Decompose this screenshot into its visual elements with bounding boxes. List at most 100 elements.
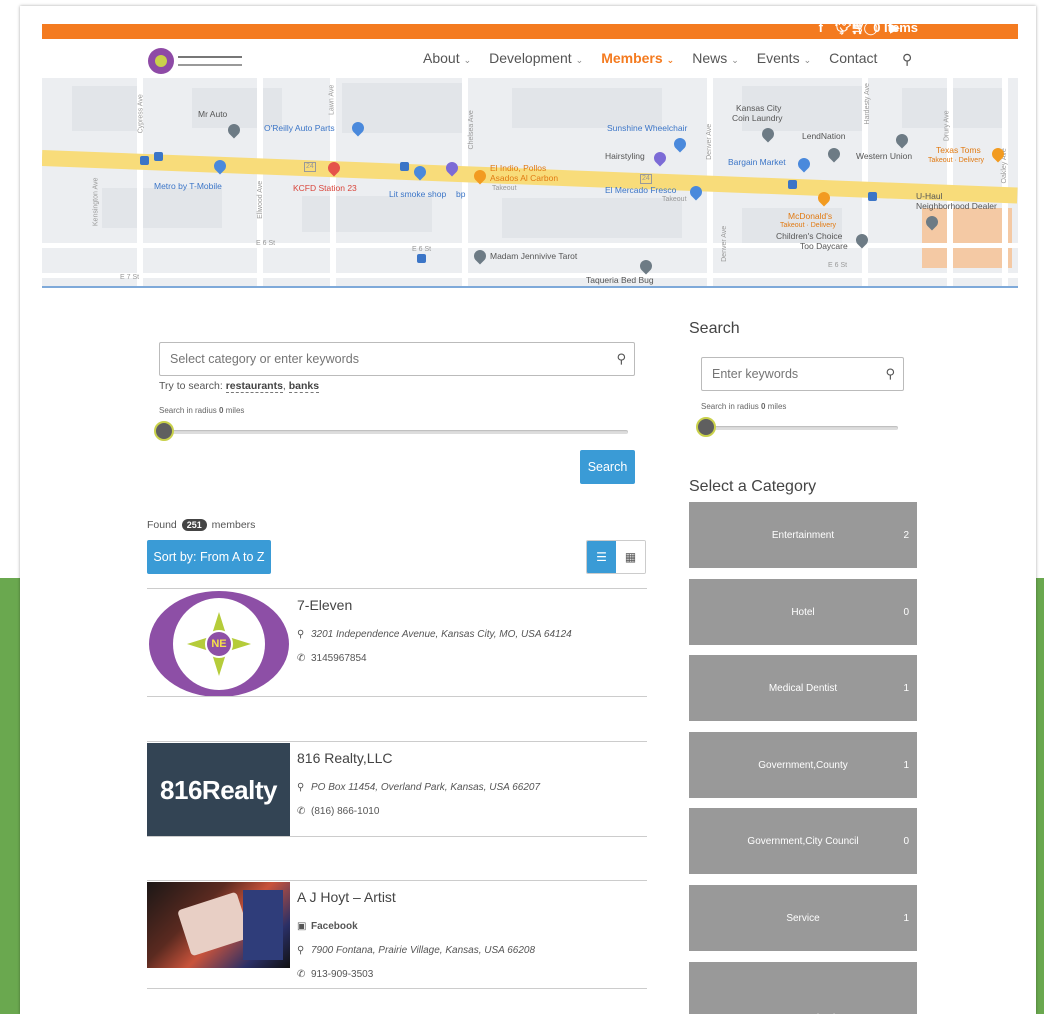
map-pin-icon[interactable] — [671, 135, 689, 153]
sort-button[interactable]: Sort by: From A to Z — [147, 540, 271, 574]
map-pin-icon[interactable] — [471, 247, 489, 265]
logo-mark-icon — [148, 48, 174, 74]
category-item-uncategorized[interactable]: Uncategorized8 — [689, 962, 917, 1014]
map-marker-icon: ⚲ — [297, 782, 305, 793]
map-pin-icon[interactable] — [651, 149, 669, 167]
map-pin-icon[interactable] — [637, 257, 655, 275]
map-street-label: Lawn Ave — [328, 84, 336, 115]
listing-name[interactable]: 816 Realty,LLC — [297, 750, 392, 766]
map-place-label: Sunshine Wheelchair — [607, 123, 688, 133]
search-icon[interactable]: ⚲ — [885, 366, 895, 382]
map-street-label: Denver Ave — [721, 225, 729, 262]
listing-logo[interactable] — [147, 882, 290, 968]
map-street-label: Drury Ave — [943, 110, 951, 142]
category-item-government-county[interactable]: Government,County 1 — [689, 732, 917, 798]
listing-item[interactable]: A J Hoyt – Artist ▣ Facebook ⚲ 7900 Fontan… — [147, 880, 647, 990]
listing-name[interactable]: 7-Eleven — [297, 597, 352, 613]
top-bar: f 🐦︎ ◯ ▶ 🛒︎ 0 Items — [42, 20, 1018, 39]
suggestion-separator: , — [282, 380, 286, 392]
map-pin-icon[interactable] — [795, 155, 813, 173]
sidebar-radius-slider-track[interactable] — [706, 426, 898, 430]
search-icon[interactable]: ⚲ — [616, 351, 626, 367]
map-transit-icon — [154, 152, 163, 161]
chevron-down-icon: ⌄ — [575, 55, 584, 65]
map-street-label: Cypress Ave — [137, 94, 145, 134]
map[interactable]: Cypress Ave Kensington Ave Ellwood Ave L… — [42, 78, 1018, 288]
phone-icon: ✆ — [297, 653, 306, 664]
facebook-icon: ▣ — [297, 921, 307, 932]
map-street-label: Kensington Ave — [92, 177, 100, 227]
map-transit-icon — [417, 254, 426, 263]
facebook-icon[interactable]: f — [819, 20, 823, 36]
sidebar-radius-slider-handle[interactable] — [696, 417, 716, 437]
listing-name[interactable]: A J Hoyt – Artist — [297, 889, 396, 905]
listing-logo[interactable]: 816Realty — [147, 743, 290, 837]
map-place-label: Hairstyling — [605, 151, 645, 161]
map-place-sublabel: Takeout · Delivery — [928, 157, 985, 164]
nav-item-news[interactable]: News ⌄ — [692, 50, 739, 66]
sidebar-radius-label: Search in radius 0 miles — [701, 402, 787, 411]
page-card: f 🐦︎ ◯ ▶ 🛒︎ 0 Items About ⌄ Development ⌄ M… — [20, 6, 1036, 1014]
chevron-down-icon: ⌄ — [803, 55, 812, 65]
map-place-label: Children's Choice — [776, 231, 843, 241]
nav-item-development[interactable]: Development ⌄ — [489, 50, 583, 66]
search-suggestions: Try to search: restaurants, banks — [159, 380, 320, 393]
map-street-label: E 6 St — [412, 246, 432, 253]
map-place-label: bp — [456, 189, 466, 199]
cart-icon: 🛒︎ — [850, 20, 868, 35]
main-nav: About ⌄ Development ⌄ Members ⌄ News ⌄ Event… — [423, 50, 895, 66]
chevron-down-icon: ⌄ — [666, 55, 675, 65]
map-pin-icon[interactable] — [825, 145, 843, 163]
listing-phone: ✆ 3145967854 — [297, 653, 367, 664]
listing-item[interactable]: NE 7-Eleven ⚲ 3201 Independence Avenue, K… — [147, 588, 647, 698]
twitter-icon[interactable]: 🐦︎ — [835, 20, 852, 36]
map-place-sublabel: Takeout — [492, 185, 517, 192]
map-place-label: Madam Jennivive Tarot — [490, 251, 578, 261]
cart-link[interactable]: 🛒︎ 0 Items — [851, 20, 918, 36]
map-place-label: Asados Al Carbon — [490, 173, 559, 183]
radius-slider-handle[interactable] — [154, 421, 174, 441]
nav-item-members[interactable]: Members ⌄ — [601, 50, 674, 66]
map-place-label: LendNation — [802, 131, 846, 141]
nav-item-about[interactable]: About ⌄ — [423, 50, 471, 66]
sidebar-search-field[interactable]: ⚲ — [701, 357, 904, 391]
category-item-hotel[interactable]: Hotel 0 — [689, 579, 917, 645]
map-place-label: O'Reilly Auto Parts — [264, 123, 335, 133]
suggestion-link-restaurants[interactable]: restaurants — [225, 380, 283, 393]
listing-facebook-link[interactable]: ▣ Facebook — [297, 921, 358, 932]
category-count: 1 — [903, 912, 909, 924]
map-street-label: E 6 St — [828, 262, 848, 269]
view-toggle: ☰ ▦ — [586, 540, 646, 574]
listing-item[interactable]: 816Realty 816 Realty,LLC ⚲ PO Box 11454, … — [147, 741, 647, 837]
category-item-government-city-council[interactable]: Government,City Council 0 — [689, 808, 917, 874]
chevron-down-icon: ⌄ — [463, 55, 472, 65]
search-input[interactable] — [160, 343, 634, 375]
search-button[interactable]: Search — [580, 450, 635, 484]
listing-address: ⚲ PO Box 11454, Overland Park, Kansas, US… — [297, 782, 541, 793]
count-badge: 251 — [181, 519, 207, 531]
listing-logo[interactable]: NE — [147, 590, 291, 698]
map-street-label: E 6 St — [256, 240, 276, 247]
sidebar-search-input[interactable] — [702, 358, 903, 390]
map-place-label: Lit smoke shop — [389, 189, 447, 199]
site-logo[interactable] — [148, 48, 242, 74]
map-street-label: Ellwood Ave — [257, 180, 265, 219]
logo-text — [178, 56, 242, 66]
nav-search-icon[interactable]: ⚲ — [902, 51, 912, 68]
category-item-medical-dentist[interactable]: Medical Dentist 1 — [689, 655, 917, 721]
nav-item-events[interactable]: Events ⌄ — [757, 50, 811, 66]
suggestion-label: Try to search: — [159, 380, 223, 392]
map-transit-icon — [140, 156, 149, 165]
map-pin-icon[interactable] — [893, 131, 911, 149]
nav-item-contact[interactable]: Contact — [829, 50, 877, 66]
keyword-search-field[interactable]: ⚲ — [159, 342, 635, 376]
map-street-label: Hardesty Ave — [863, 83, 871, 125]
suggestion-link-banks[interactable]: banks — [288, 380, 320, 393]
category-item-entertainment[interactable]: Entertainment 2 — [689, 502, 917, 568]
grid-view-icon[interactable]: ▦ — [616, 541, 645, 573]
phone-icon: ✆ — [297, 806, 306, 817]
category-item-service[interactable]: Service 1 — [689, 885, 917, 951]
radius-slider-track[interactable] — [162, 430, 628, 434]
map-place-label: Neighborhood Dealer — [916, 201, 997, 211]
list-view-icon[interactable]: ☰ — [587, 541, 616, 573]
